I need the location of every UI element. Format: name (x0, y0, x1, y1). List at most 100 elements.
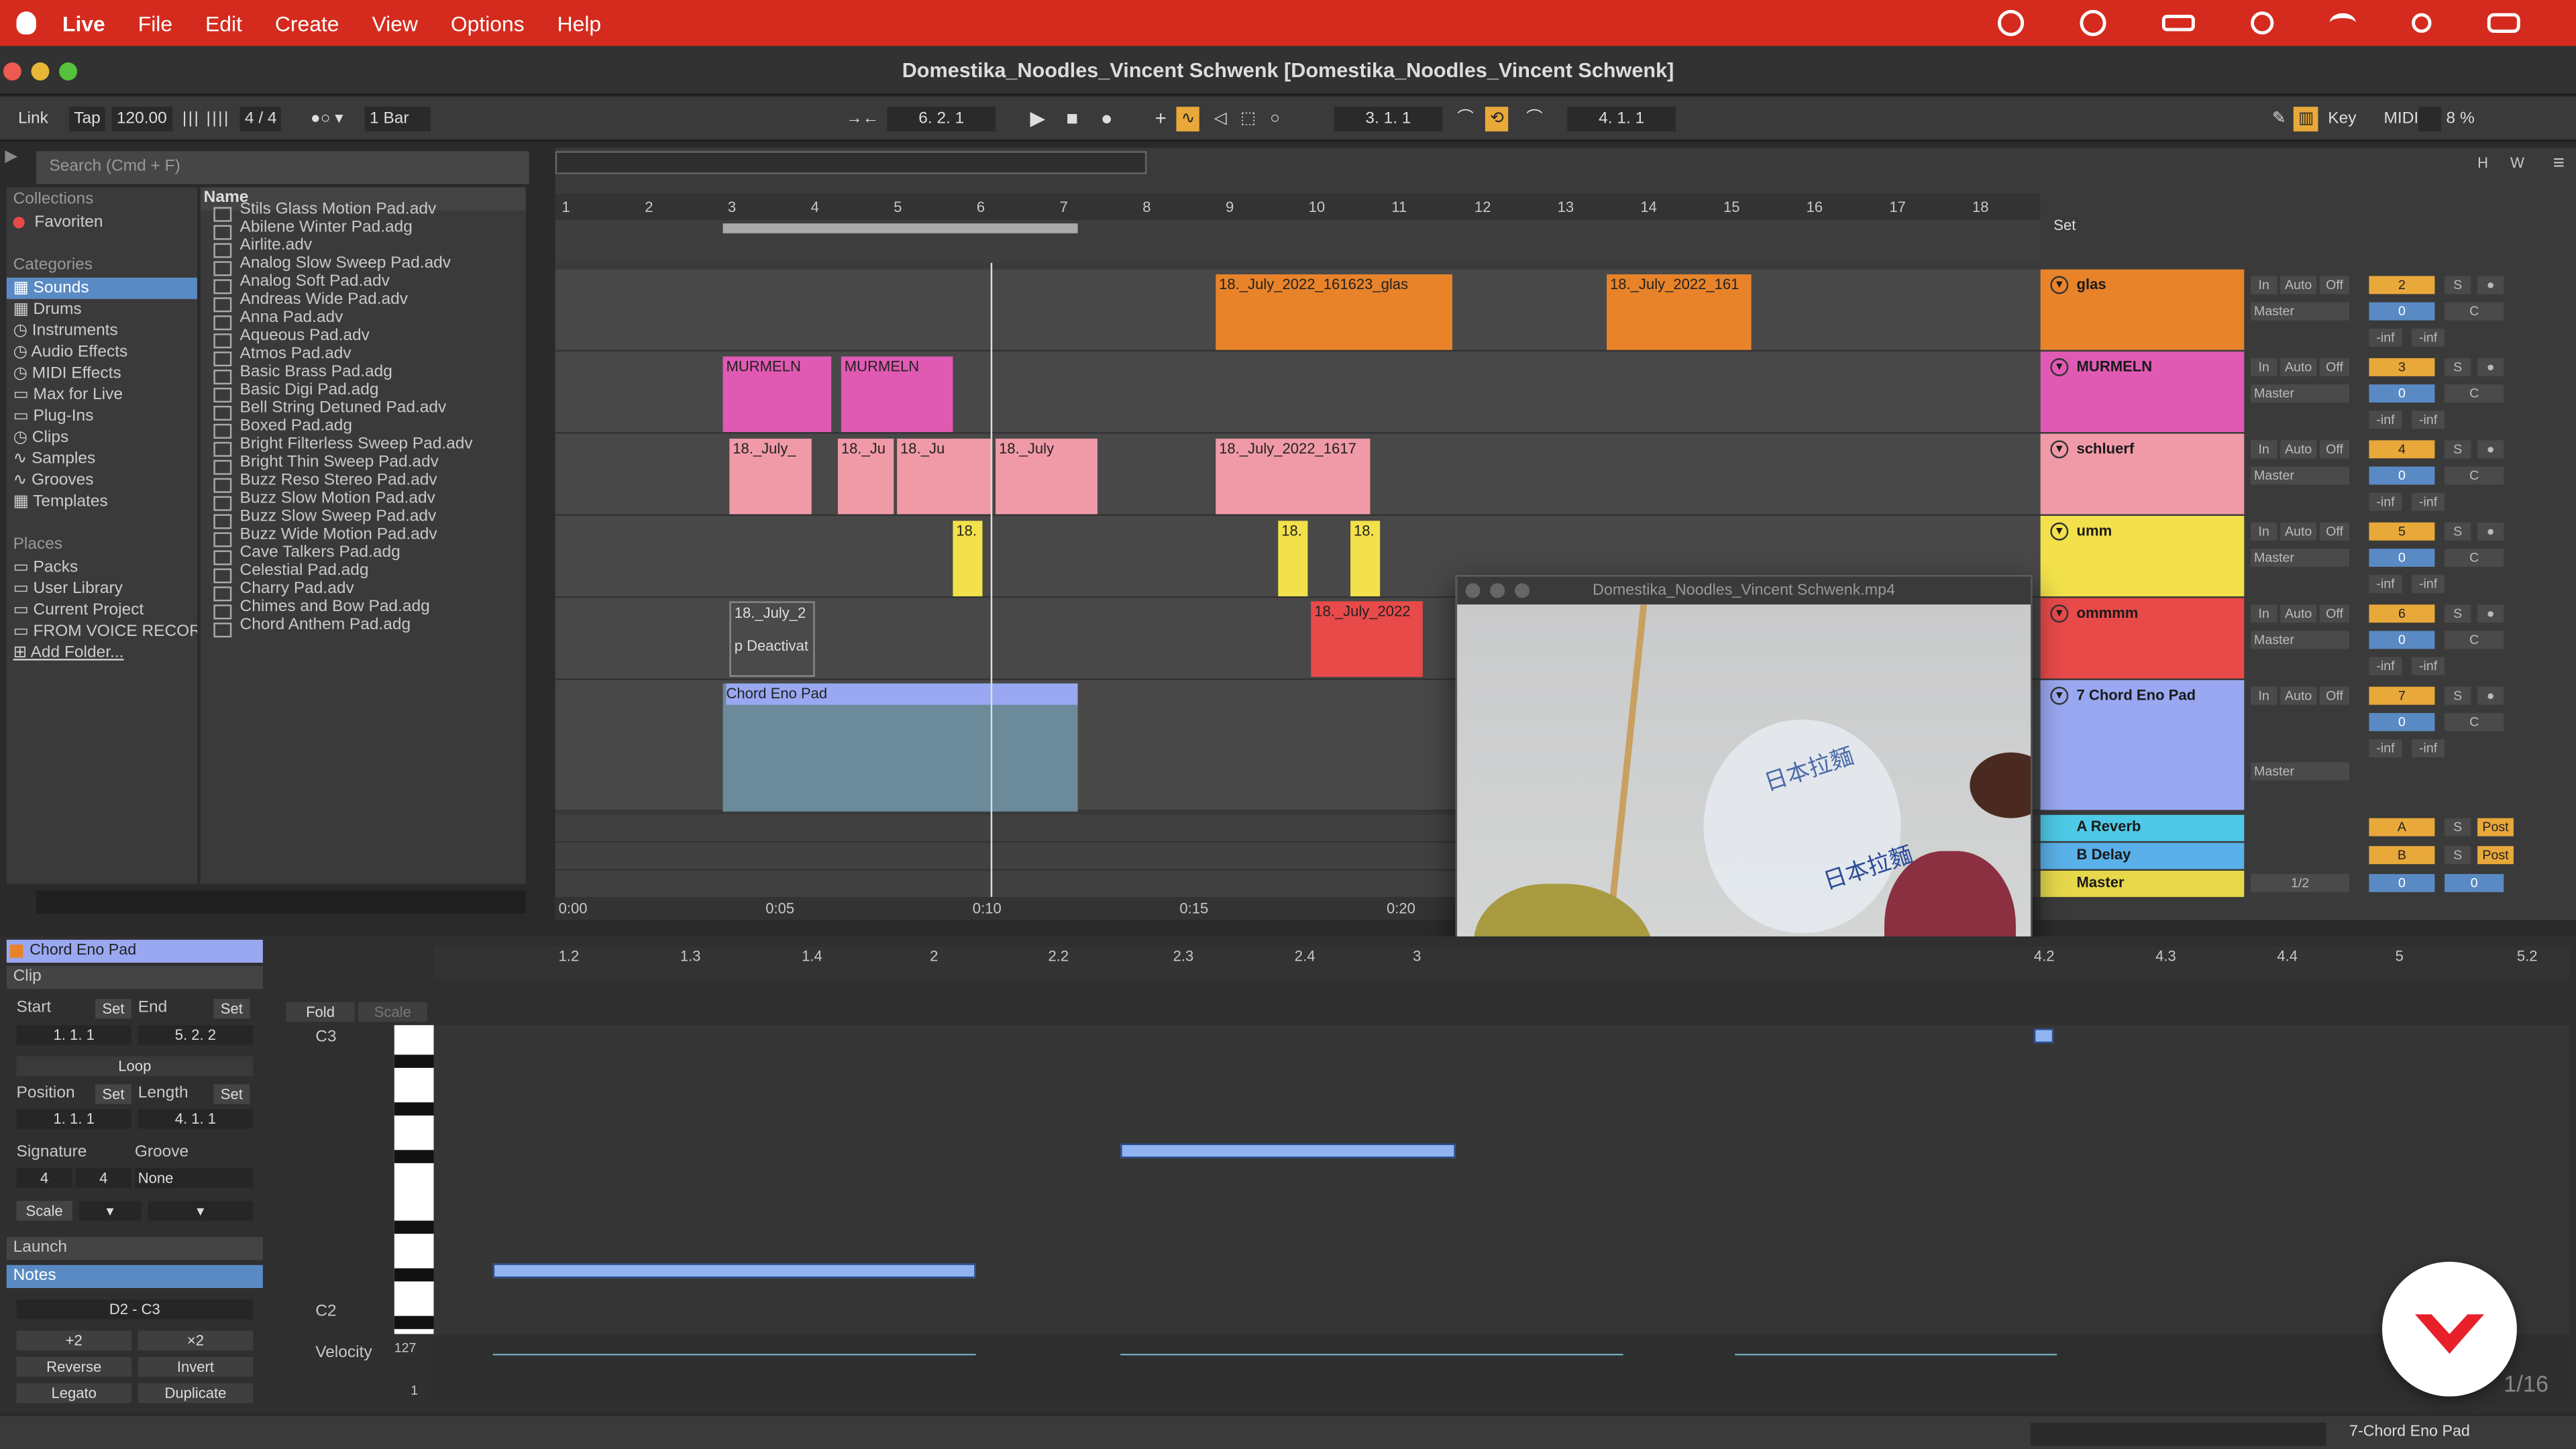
sidebar-item-packs[interactable]: ▭ Packs (7, 557, 197, 578)
volume-field[interactable]: 0 (2369, 712, 2435, 731)
monitor-auto-button[interactable]: Auto (2280, 604, 2317, 623)
apple-icon[interactable] (16, 11, 36, 35)
start-set-button[interactable]: Set (95, 998, 131, 1019)
automation-arm-button[interactable]: ∿ (1176, 107, 1200, 131)
velocity-lane[interactable] (433, 1337, 2570, 1403)
track-activator-button[interactable]: 5 (2369, 522, 2435, 541)
clip-schluerf-2[interactable]: 18._Ju (837, 438, 894, 515)
search-icon[interactable] (2412, 13, 2432, 33)
monitor-auto-button[interactable]: Auto (2280, 358, 2317, 376)
sidebar-item-plug-ins[interactable]: ▭ Plug-Ins (7, 406, 197, 427)
monitor-in-button[interactable]: In (2251, 440, 2277, 459)
track-header[interactable]: ▾ ommmm (2040, 598, 2245, 679)
monitor-off-button[interactable]: Off (2319, 686, 2350, 705)
record-button[interactable]: ● (1095, 107, 1117, 131)
status-overview[interactable] (2030, 1422, 2326, 1446)
browser-file-item[interactable]: Analog Slow Sweep Pad.adv (213, 255, 526, 276)
loop-length-field[interactable]: 4. 1. 1 (1567, 107, 1676, 131)
zoom-window-button[interactable] (59, 62, 78, 81)
clip-glas-1[interactable]: 18._July_2022_161623_glas (1216, 274, 1452, 350)
midi-note[interactable] (2033, 1028, 2054, 1044)
track-activator-button[interactable]: 2 (2369, 276, 2435, 294)
key-map-button[interactable]: Key (2323, 107, 2361, 131)
volume-field[interactable]: 0 (2369, 466, 2435, 485)
sidebar-item-audio-effects[interactable]: ◷ Audio Effects (7, 341, 197, 363)
pan-field[interactable]: C (2445, 302, 2504, 321)
velocity-marker[interactable] (492, 1353, 976, 1356)
clip-glas-2[interactable]: 18._July_2022_161 (1607, 274, 1752, 350)
tempo-field[interactable]: 120.00 (111, 107, 172, 131)
overview-bar[interactable] (555, 151, 1147, 174)
volume-field[interactable]: 0 (2369, 302, 2435, 321)
monitor-off-button[interactable]: Off (2319, 440, 2350, 459)
signature-denominator[interactable]: 4 (75, 1168, 131, 1188)
scale-root-select[interactable]: ▾ (78, 1201, 142, 1221)
solo-button[interactable]: S (2445, 440, 2471, 459)
browser-file-item[interactable]: Boxed Pad.adg (213, 417, 526, 439)
transpose-up-button[interactable]: +2 (16, 1330, 131, 1351)
track-header[interactable]: ▾ schluerf (2040, 433, 2245, 515)
track-header[interactable]: ▾ glas (2040, 269, 2245, 350)
track-activator-button[interactable]: 4 (2369, 440, 2435, 459)
volume-field[interactable]: 0 (2369, 548, 2435, 567)
signature-numerator[interactable]: 4 (16, 1168, 72, 1188)
monitor-off-button[interactable]: Off (2319, 604, 2350, 623)
menu-view[interactable]: View (372, 11, 417, 36)
pan-field[interactable]: C (2445, 548, 2504, 567)
height-toggle[interactable]: H (2477, 154, 2488, 170)
browser-file-item[interactable]: Basic Digi Pad.adg (213, 381, 526, 403)
volume-field[interactable]: 0 (2369, 384, 2435, 403)
output-routing-select[interactable]: Master (2251, 762, 2350, 781)
piano-black-key[interactable] (394, 1268, 434, 1282)
notes-section-header[interactable]: Notes (6, 1265, 263, 1289)
browser-file-item[interactable]: Buzz Wide Motion Pad.adv (213, 526, 526, 547)
midi-note[interactable] (492, 1263, 976, 1279)
monitor-auto-button[interactable]: Auto (2280, 686, 2317, 705)
menu-live[interactable]: Live (62, 11, 105, 36)
menu-create[interactable]: Create (275, 11, 339, 36)
video-minimize-button[interactable] (1490, 583, 1505, 598)
solo-button[interactable]: S (2445, 686, 2471, 705)
clip-schluerf-4[interactable]: 18._July (996, 438, 1097, 515)
browser-file-item[interactable]: Aqueous Pad.adv (213, 327, 526, 349)
back-to-arrangement-button[interactable]: ◁ (1209, 107, 1232, 131)
metronome-icon[interactable]: ||| |||| (177, 107, 235, 131)
sidebar-item-sounds[interactable]: ▦ Sounds (6, 277, 197, 299)
browser-file-item[interactable]: Buzz Slow Motion Pad.adv (213, 490, 526, 511)
clip-section-header[interactable]: Clip (6, 966, 263, 989)
browser-search-input[interactable]: Search (Cmd + F) (36, 151, 529, 184)
monitor-off-button[interactable]: Off (2319, 522, 2350, 541)
fold-track-icon[interactable]: ▾ (2050, 276, 2069, 294)
solo-button[interactable]: S (2445, 358, 2471, 376)
video-zoom-button[interactable] (1514, 583, 1530, 598)
sidebar-item-drums[interactable]: ▦ Drums (7, 299, 197, 321)
control-center-icon[interactable] (2487, 13, 2520, 33)
wifi-icon[interactable] (2329, 13, 2356, 33)
song-position-field[interactable]: 6. 2. 1 (887, 107, 996, 131)
return-solo-button[interactable]: S (2445, 846, 2471, 865)
browser-file-item[interactable]: Cave Talkers Pad.adg (213, 544, 526, 566)
arm-button[interactable]: ● (2477, 604, 2504, 623)
scale-name-select[interactable]: ▾ (148, 1201, 254, 1221)
return-activator-button[interactable]: A (2369, 818, 2435, 837)
midi-map-button[interactable]: MIDI (2379, 107, 2423, 131)
return-post-button[interactable]: Post (2477, 846, 2514, 865)
piano-black-key[interactable] (394, 1102, 434, 1116)
master-cue-field[interactable]: 0 (2445, 873, 2504, 892)
piano-black-key[interactable] (394, 1150, 434, 1163)
output-routing-select[interactable]: Master (2251, 631, 2350, 649)
fold-track-icon[interactable]: ▾ (2050, 440, 2069, 459)
quantize-select[interactable]: 1 Bar (364, 107, 431, 131)
arm-button[interactable]: ● (2477, 276, 2504, 294)
sidebar-item-current-project[interactable]: ▭ Current Project (7, 600, 197, 621)
minimize-window-button[interactable] (31, 62, 50, 81)
length-set-button[interactable]: Set (213, 1084, 250, 1104)
width-toggle[interactable]: W (2510, 154, 2524, 170)
return-activator-button[interactable]: B (2369, 846, 2435, 865)
browser-file-item[interactable]: Andreas Wide Pad.adv (213, 290, 526, 313)
sync-icon[interactable] (2080, 9, 2106, 36)
return-solo-button[interactable]: S (2445, 818, 2471, 837)
track-activator-button[interactable]: 7 (2369, 686, 2435, 705)
capture-button[interactable]: ⬚ (1236, 107, 1261, 131)
invert-button[interactable]: Invert (138, 1356, 254, 1377)
